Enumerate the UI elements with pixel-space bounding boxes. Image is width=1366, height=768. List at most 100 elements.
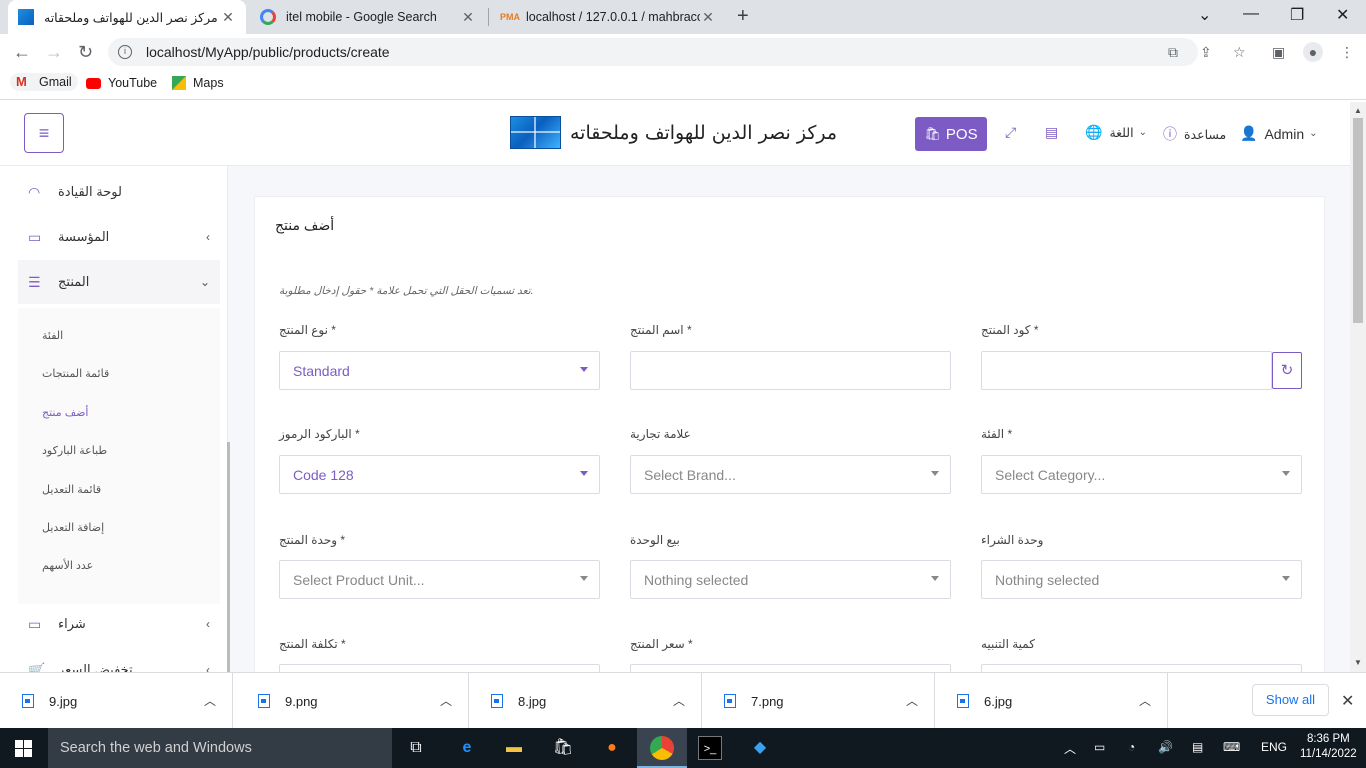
volume-icon[interactable]: 🔊 — [1158, 740, 1173, 754]
notifications-icon[interactable]: ▤ — [1192, 740, 1203, 754]
download-item[interactable]: 8.jpg ︿ — [469, 673, 702, 729]
barcode-value: Code 128 — [293, 466, 354, 483]
bookmark-youtube[interactable]: YouTube — [86, 76, 157, 90]
close-downloads-icon[interactable]: ✕ — [1341, 691, 1354, 711]
sidebar-subitem-stock-count[interactable]: عدد الأسهم — [42, 559, 93, 572]
image-file-icon — [258, 694, 270, 708]
restore-icon[interactable]: ❐ — [1290, 5, 1304, 25]
product-code-input[interactable] — [981, 351, 1272, 390]
brand[interactable]: مركز نصر الدين للهواتف وملحقاته — [510, 116, 837, 149]
info-icon: ⓘ — [1163, 126, 1177, 142]
close-tab-icon[interactable]: ✕ — [220, 9, 236, 26]
page-scrollbar[interactable]: ▲ ▼ — [1350, 102, 1366, 672]
fullscreen-icon[interactable]: ⤢ — [1005, 124, 1016, 141]
product-unit-select[interactable]: Select Product Unit... — [279, 560, 600, 599]
sidebar-item-discount[interactable]: 🛒 تخفيض السعر ‹ — [0, 648, 228, 673]
sidebar-item-dashboard[interactable]: ◠ لوحة القيادة — [0, 170, 228, 214]
tab-active[interactable]: مركز نصر الدين للهواتف وملحقاته ✕ — [8, 0, 246, 34]
minimize-icon[interactable]: — — [1243, 5, 1259, 23]
share-icon[interactable]: ⇪ — [1200, 44, 1212, 61]
translate-icon[interactable]: ⧉ — [1168, 44, 1178, 61]
tray-chevron-up-icon[interactable]: ︿ — [1064, 740, 1076, 757]
product-type-select[interactable]: Standard — [279, 351, 600, 390]
close-window-icon[interactable]: ✕ — [1336, 5, 1349, 25]
card-icon: ▭ — [28, 615, 42, 632]
taskbar-search[interactable]: Search the web and Windows — [48, 728, 392, 768]
app-page: ≡ مركز نصر الدين للهواتف وملحقاته 🛍 POS … — [0, 102, 1350, 672]
firefox-icon[interactable]: ● — [600, 736, 624, 760]
chevron-up-icon[interactable]: ︿ — [1139, 692, 1151, 709]
download-item[interactable]: 6.jpg ︿ — [935, 673, 1168, 729]
back-icon[interactable]: ← — [13, 42, 31, 63]
language-indicator[interactable]: ENG — [1261, 740, 1287, 754]
more-icon[interactable]: ⋮ — [1340, 44, 1354, 61]
category-select[interactable]: Select Category... — [981, 455, 1302, 494]
chevron-up-icon[interactable]: ︿ — [204, 692, 216, 709]
new-tab-icon[interactable]: + — [737, 5, 749, 28]
close-tab-icon[interactable]: ✕ — [460, 9, 476, 26]
brand-select[interactable]: Select Brand... — [630, 455, 951, 494]
reload-icon[interactable]: ↻ — [78, 42, 93, 63]
download-item[interactable]: 9.jpg ︿ — [0, 673, 233, 729]
cost-input[interactable] — [279, 664, 600, 672]
tab-search-icon[interactable]: ⌄ — [1198, 5, 1211, 25]
close-tab-icon[interactable]: ✕ — [700, 9, 716, 26]
sidebar-subitem-product-list[interactable]: قائمة المنتجات — [42, 367, 109, 380]
menu-toggle-button[interactable]: ≡ — [24, 113, 64, 153]
barcode-symbology-select[interactable]: Code 128 — [279, 455, 600, 494]
task-view-icon[interactable]: ⧉ — [404, 736, 428, 760]
chevron-up-icon[interactable]: ︿ — [440, 692, 452, 709]
language-label: اللغة — [1109, 126, 1134, 140]
show-all-button[interactable]: Show all — [1252, 684, 1329, 716]
chevron-up-icon[interactable]: ︿ — [673, 692, 685, 709]
sidebar-item-product[interactable]: ☰ المنتج ⌄ — [18, 260, 220, 304]
pos-button[interactable]: 🛍 POS — [915, 117, 987, 151]
generate-code-button[interactable]: ↻ — [1272, 352, 1302, 389]
product-name-input[interactable] — [630, 351, 951, 390]
terminal-icon[interactable]: >_ — [698, 736, 722, 760]
sidebar-subitem-print-barcode[interactable]: طباعة الباركود — [42, 444, 107, 457]
wifi-icon[interactable]: ◔ — [1128, 740, 1135, 754]
sale-unit-select[interactable]: Nothing selected — [630, 560, 951, 599]
purchase-unit-select[interactable]: Nothing selected — [981, 560, 1302, 599]
url-text[interactable]: localhost/MyApp/public/products/create — [146, 44, 390, 60]
alert-quantity-input[interactable] — [981, 664, 1302, 672]
keyboard-icon[interactable]: ⌨ — [1223, 740, 1240, 754]
edge-icon[interactable]: e — [455, 736, 479, 760]
battery-icon[interactable]: ▭ — [1094, 740, 1105, 754]
chevron-up-icon[interactable]: ︿ — [906, 692, 918, 709]
file-explorer-icon[interactable]: ▬ — [502, 736, 526, 760]
omnibox[interactable]: i localhost/MyApp/public/products/create — [108, 38, 1198, 66]
sidebar-subitem-add-product[interactable]: أضف منتج — [42, 406, 88, 419]
price-input[interactable] — [630, 664, 951, 672]
caret-down-icon — [931, 576, 939, 581]
clock[interactable]: 8:36 PM 11/14/2022 — [1300, 732, 1357, 762]
archive-icon[interactable]: ▤ — [1045, 124, 1058, 141]
user-dropdown[interactable]: 👤 Admin ⌄ — [1240, 125, 1318, 142]
chrome-icon[interactable] — [650, 736, 674, 760]
sidebar-item-purchase[interactable]: ▭ شراء ‹ — [0, 602, 228, 646]
bookmark-maps[interactable]: Maps — [172, 76, 224, 90]
profile-icon[interactable]: ● — [1303, 42, 1323, 62]
windows-start-icon[interactable] — [15, 740, 32, 757]
download-item[interactable]: 7.png ︿ — [702, 673, 935, 729]
cost-label: تكلفة المنتج * — [279, 637, 346, 651]
bookmark-star-icon[interactable]: ☆ — [1233, 44, 1246, 61]
image-file-icon — [724, 694, 736, 708]
language-dropdown[interactable]: 🌐 اللغة ⌄ — [1085, 124, 1147, 141]
bookmark-gmail[interactable]: M Gmail — [10, 73, 78, 91]
site-info-icon[interactable]: i — [118, 45, 132, 59]
vscode-icon[interactable]: ◆ — [748, 736, 772, 760]
side-panel-icon[interactable]: ▣ — [1272, 44, 1285, 61]
store-icon[interactable]: 🛍 — [551, 736, 575, 760]
sidebar-subitem-add-adjustment[interactable]: إضافة التعديل — [42, 521, 104, 534]
sidebar-subitem-adjustment-list[interactable]: قائمة التعديل — [42, 483, 101, 496]
tab-google[interactable]: itel mobile - Google Search ✕ — [250, 0, 486, 34]
help-link[interactable]: ⓘ مساعدة — [1163, 124, 1226, 144]
tab-phpmyadmin[interactable]: PMA localhost / 127.0.0.1 / mahbraco ✕ — [490, 0, 726, 34]
forward-icon[interactable]: → — [45, 42, 63, 63]
download-item[interactable]: 9.png ︿ — [236, 673, 469, 729]
sidebar-subitem-category[interactable]: الفئة — [42, 329, 63, 342]
sidebar-scrollbar[interactable] — [227, 166, 231, 672]
sidebar-item-institution[interactable]: ▭ المؤسسة ‹ — [0, 215, 228, 259]
